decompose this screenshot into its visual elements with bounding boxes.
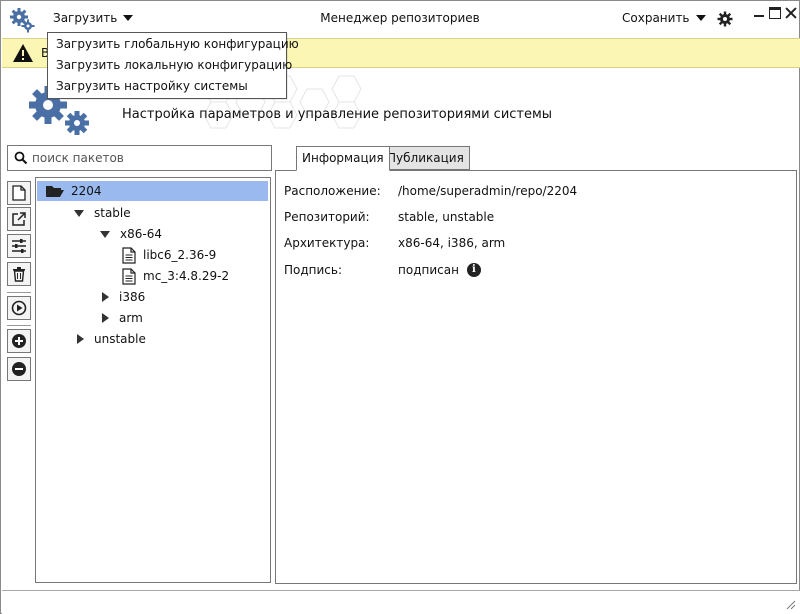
plus-circle-icon [12,334,26,348]
chevron-down-icon [695,15,706,21]
package-search [7,145,272,171]
delete-button[interactable] [7,262,31,286]
settings-button[interactable] [7,234,31,258]
tree-label: arm [119,311,143,325]
status-bar [2,590,800,614]
search-input[interactable] [32,151,262,165]
toolbar-separator [7,325,31,326]
chevron-right-icon [77,334,84,344]
tree-item-x86-64[interactable]: x86-64 [100,224,162,244]
repository-value: stable, unstable [398,210,495,224]
app-window: Загрузить Менеджер репозиториев Сохранит… [0,0,800,614]
open-external-icon [12,212,26,226]
tree-item-package[interactable]: mc_3:4.8.29-2 [122,266,229,286]
remove-button[interactable] [7,357,31,381]
tree-label: libc6_2.36-9 [143,248,217,262]
signature-label: Подпись: [284,263,343,277]
chevron-right-icon [102,313,109,323]
resize-grip-icon[interactable] [784,598,796,610]
info-panel: Расположение: /home/superadmin/repo/2204… [275,170,797,584]
tree-label: 2204 [71,184,102,198]
tree-label: mc_3:4.8.29-2 [143,269,230,283]
add-button[interactable] [7,329,31,353]
save-menu-button[interactable]: Сохранить [622,11,706,25]
gear-icon[interactable] [717,11,733,27]
signature-row: подписан i [398,263,481,277]
tree-item-arm[interactable]: arm [102,308,143,328]
play-circle-icon [11,300,27,316]
tree-item-stable[interactable]: stable [74,203,131,223]
menu-item-load-global[interactable]: Загрузить глобальную конфигурацию [48,36,299,57]
open-external-button[interactable] [7,207,31,231]
page-subtitle: Настройка параметров и управление репози… [122,107,553,122]
warning-triangle-icon [13,44,33,62]
tree-item-i386[interactable]: i386 [102,287,145,307]
save-menu-label: Сохранить [622,11,690,25]
chevron-down-icon [74,209,84,217]
new-file-button[interactable] [7,181,31,205]
info-icon[interactable]: i [466,263,481,277]
toolbar-separator [7,292,31,293]
chevron-right-icon [102,292,109,302]
signature-value: подписан [398,263,459,277]
minus-circle-icon [12,362,26,376]
document-icon [122,267,136,285]
load-dropdown-menu: Загрузить глобальную конфигурацию Загруз… [47,32,299,99]
menu-item-load-system[interactable]: Загрузить настройку системы [48,78,286,99]
tab-info[interactable]: Информация [296,146,390,171]
run-button[interactable] [7,296,31,320]
tree-item-unstable[interactable]: unstable [77,329,146,349]
tree-item-2204[interactable]: 2204 [37,181,268,201]
menu-item-load-local[interactable]: Загрузить локальную конфигурацию [48,57,292,78]
minimize-icon[interactable] [753,7,765,19]
repository-label: Репозиторий: [284,210,370,224]
tree-label: unstable [94,332,146,346]
location-label: Расположение: [284,184,381,198]
architecture-label: Архитектура: [284,236,370,250]
location-value: /home/superadmin/repo/2204 [398,184,578,198]
repository-tree: 2204 stable x86-64 libc6_2.36-9 mc_3:4.8 [35,177,271,583]
tree-label: i386 [119,290,146,304]
window-controls [753,7,797,19]
tree-item-package[interactable]: libc6_2.36-9 [122,245,216,265]
document-icon [122,246,136,264]
new-file-icon [12,185,26,201]
tree-label: x86-64 [120,227,162,241]
trash-icon [13,267,25,282]
tab-publish[interactable]: Публикация [381,146,470,170]
folder-open-icon [46,186,64,197]
sliders-icon [12,239,26,253]
tree-label: stable [94,206,131,220]
architecture-value: x86-64, i386, arm [398,236,506,250]
chevron-down-icon [100,230,110,238]
search-icon [14,151,28,165]
maximize-icon[interactable] [769,7,781,19]
close-icon[interactable] [785,7,797,19]
